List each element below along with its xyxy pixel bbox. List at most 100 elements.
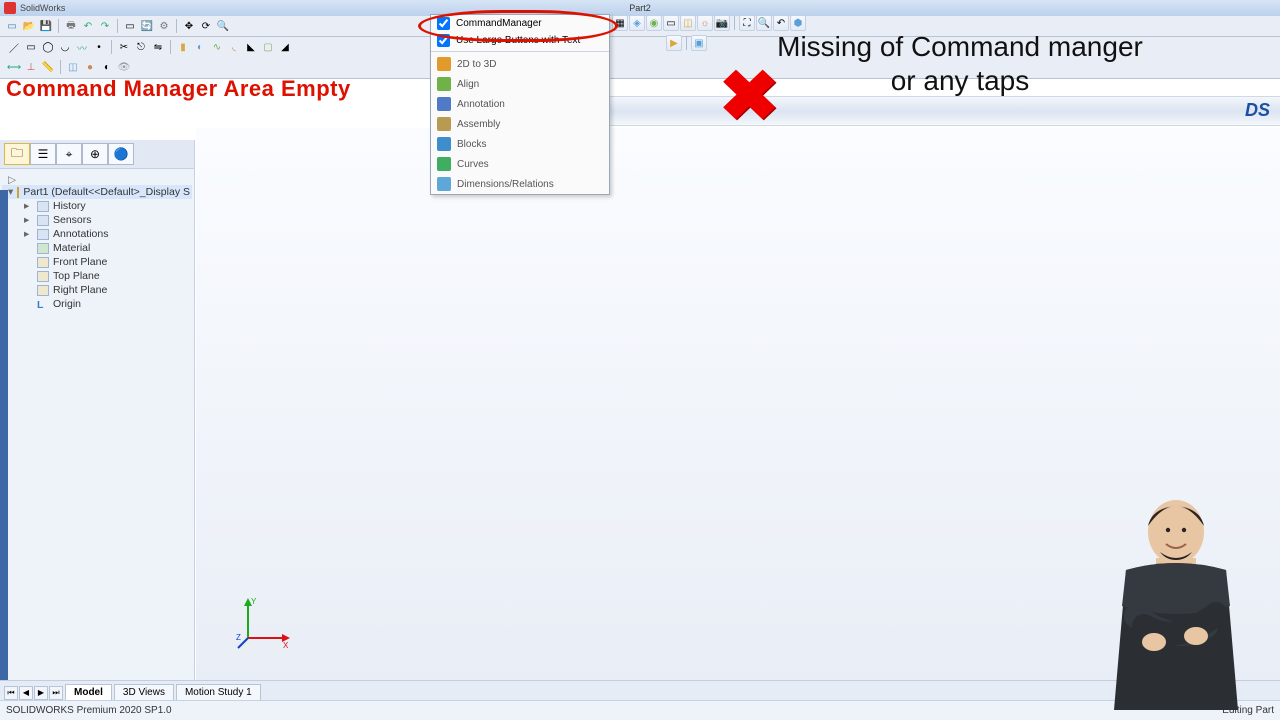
tab-model[interactable]: Model [65,684,112,700]
prev-view-icon[interactable]: ↶ [773,15,789,31]
display-icon[interactable]: ◐ [99,59,115,75]
cm-item[interactable]: Assembly [431,114,609,134]
cm-item[interactable]: Curves [431,154,609,174]
view-wire-icon[interactable]: ▭ [663,15,679,31]
tab-nav-last[interactable]: ⏭ [49,686,63,700]
fm-tab-dim[interactable]: ⊕ [82,143,108,165]
tree-item[interactable]: ▸Annotations [2,227,192,241]
fm-tab-disp[interactable]: 🔵 [108,143,134,165]
toolbar-context-menu[interactable]: CommandManager Use Large Buttons with Te… [430,14,610,195]
trim-icon[interactable]: ✂ [116,39,132,55]
open-icon[interactable]: 📂 [21,18,37,34]
scene-icon[interactable]: ☼ [697,15,713,31]
section-icon[interactable]: ◫ [65,59,81,75]
tab-nav-next[interactable]: ▶ [34,686,48,700]
tree-item-label: Material [53,242,90,254]
tree-item-icon [37,243,49,254]
ds-logo-icon: DS [1245,100,1270,121]
tab-3dviews[interactable]: 3D Views [114,684,174,700]
tree-item[interactable]: ▸Sensors [2,213,192,227]
camera-icon[interactable]: 📷 [714,15,730,31]
tree-item-label: Right Plane [53,284,107,296]
section-view-icon[interactable]: ◫ [680,15,696,31]
tree-root[interactable]: ▾ Part1 (Default<<Default>_Display S [2,185,192,199]
mirror-icon[interactable]: ⇋ [150,39,166,55]
save-icon[interactable]: 💾 [38,18,54,34]
rebuild-icon[interactable]: 🔄 [139,18,155,34]
tree-item-icon [37,201,49,212]
presenter-image [1056,486,1276,716]
view-front-icon[interactable]: ▦ [612,15,628,31]
fm-tab-tree[interactable]: 🗀 [4,143,30,165]
zoom-fit-icon[interactable]: ⛶ [739,15,755,31]
view-iso-icon[interactable]: ◈ [629,15,645,31]
fm-tab-config[interactable]: ⌖ [56,143,82,165]
tree-item-icon [37,215,49,226]
x-mark-icon: ✖ [719,55,781,137]
cm-check-1[interactable] [437,17,450,30]
cm-item-label: Dimensions/Relations [457,179,554,190]
rotate-icon[interactable]: ⟳ [198,18,214,34]
feature-tree[interactable]: ▷ ▾ Part1 (Default<<Default>_Display S ▸… [0,169,194,315]
appearance-icon[interactable]: ● [82,59,98,75]
cm-item[interactable]: Annotation [431,94,609,114]
undo-icon[interactable]: ↶ [80,18,96,34]
dimension-icon[interactable]: ⟷ [6,59,22,75]
rect-icon[interactable]: ▭ [23,39,39,55]
offset-icon[interactable]: ⎋ [133,39,149,55]
cm-item-icon [437,97,451,111]
sweep-icon[interactable]: ∿ [209,39,225,55]
cmd-area-empty-label: Command Manager Area Empty [6,76,351,102]
svg-text:Z: Z [236,633,241,642]
fm-tab-prop[interactable]: ☰ [30,143,56,165]
chamfer-icon[interactable]: ◣ [243,39,259,55]
arc-icon[interactable]: ◡ [57,39,73,55]
tree-item-icon [37,271,49,282]
cm-check-2[interactable] [437,34,450,47]
tree-item[interactable]: Top Plane [2,269,192,283]
zoom-area-icon[interactable]: 🔍 [756,15,772,31]
shell-icon[interactable]: ▢ [260,39,276,55]
zoom-icon[interactable]: 🔍 [215,18,231,34]
tab-nav-first[interactable]: ⏮ [4,686,18,700]
orient-icon[interactable]: ⬢ [790,15,806,31]
tab-nav-prev[interactable]: ◀ [19,686,33,700]
draft-icon[interactable]: ◢ [277,39,293,55]
tree-item[interactable]: Material [2,241,192,255]
tree-item-label: Top Plane [53,270,100,282]
extrude-icon[interactable]: ▮ [175,39,191,55]
line-icon[interactable]: ／ [6,39,22,55]
cm-item[interactable]: Align [431,74,609,94]
spline-icon[interactable]: 〰 [74,39,90,55]
tree-item[interactable]: ▸History [2,199,192,213]
cm-item-icon [437,137,451,151]
new-icon[interactable]: ▭ [4,18,20,34]
fillet-icon[interactable]: ◟ [226,39,242,55]
circle-icon[interactable]: ◯ [40,39,56,55]
side-rail [0,190,8,680]
app-title: SolidWorks [20,3,65,13]
pan-icon[interactable]: ✥ [181,18,197,34]
cm-item[interactable]: 2D to 3D [431,54,609,74]
tree-item[interactable]: Front Plane [2,255,192,269]
cm-item[interactable]: Blocks [431,134,609,154]
tree-item[interactable]: Right Plane [2,283,192,297]
cm-largebuttons[interactable]: Use Large Buttons with Text [431,32,609,49]
cm-item-label: Assembly [457,119,500,130]
tab-motion[interactable]: Motion Study 1 [176,684,261,700]
select-icon[interactable]: ▭ [122,18,138,34]
tree-pin-row[interactable]: ▷ [2,173,192,185]
view-shade-icon[interactable]: ◉ [646,15,662,31]
print-icon[interactable]: 🖶 [63,18,79,34]
measure-icon[interactable]: 📏 [40,59,56,75]
point-icon[interactable]: • [91,39,107,55]
cm-commandmanager[interactable]: CommandManager [431,15,609,32]
revolve-icon[interactable]: ◐ [192,39,208,55]
options-icon[interactable]: ⚙ [156,18,172,34]
cm-item-icon [437,117,451,131]
redo-icon[interactable]: ↷ [97,18,113,34]
cm-item[interactable]: Dimensions/Relations [431,174,609,194]
tree-item[interactable]: LOrigin [2,297,192,311]
hide-icon[interactable]: 👁 [116,59,132,75]
relation-icon[interactable]: ⊥ [23,59,39,75]
